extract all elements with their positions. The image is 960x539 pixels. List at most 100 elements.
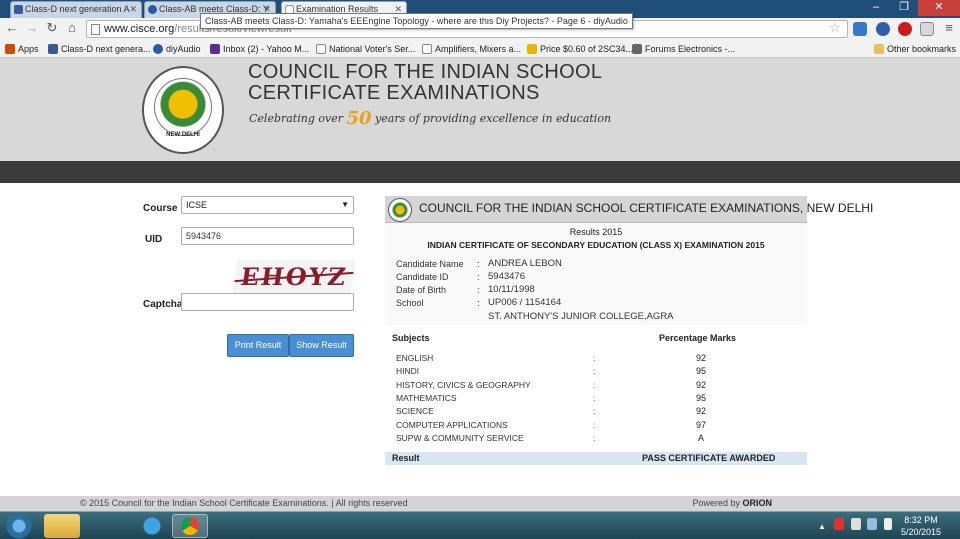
subject-mark: 95 [695,366,706,376]
course-select[interactable]: ICSE ▼ [181,196,354,214]
colon: : [593,393,596,403]
start-button-icon[interactable] [4,513,34,539]
price-tag-icon [527,44,537,54]
bookmark-item[interactable]: National Voter's Ser... [316,42,415,56]
bookmarks-bar: Apps Class-D next genera... diyAudio Inb… [0,40,960,58]
page-info-icon [91,24,100,35]
tray-app-icon[interactable] [834,518,844,530]
subject-name: MATHEMATICS [396,393,457,403]
extension-icon[interactable] [853,22,867,36]
bookmark-label: Class-D next genera... [61,44,151,54]
colon: : [593,433,596,443]
school-label: School [396,298,424,308]
bookmark-label: diyAudio [166,44,201,54]
dropdown-arrow-icon: ▼ [341,200,349,209]
colon: : [477,285,480,295]
home-icon[interactable]: ⌂ [64,20,80,36]
page-icon [422,44,432,54]
clock-date: 5/20/2015 [900,527,942,537]
powered-by: Powered by ORION [692,498,772,508]
clock-time: 8:32 PM [904,515,938,525]
forward-icon[interactable]: → [24,20,40,36]
marks-header: Percentage Marks [659,333,737,343]
chrome-icon [181,517,199,535]
result-summary-bar: Result PASS CERTIFICATE AWARDED [385,452,807,465]
bookmark-label: Apps [18,44,39,54]
window-close-icon[interactable]: ✕ [918,0,960,16]
captcha-input[interactable] [181,293,354,311]
bookmark-item[interactable]: Class-D next genera... [48,42,151,56]
result-header-title: COUNCIL FOR THE INDIAN SCHOOL CERTIFICAT… [419,201,874,215]
internet-explorer-icon[interactable] [134,514,170,538]
reload-icon[interactable]: ↻ [44,20,60,36]
candidate-id-label: Candidate ID [396,272,449,282]
colon: : [593,406,596,416]
minimize-icon[interactable]: – [862,0,890,16]
colon: : [477,298,480,308]
tagline-pre: Celebrating over [249,112,347,125]
cisce-logo: NEW DELHI [142,66,224,154]
dob-label: Date of Birth [396,285,447,295]
course-value: ICSE [186,200,208,210]
chrome-taskbar-button[interactable] [172,514,208,538]
colon: : [593,380,596,390]
bookmark-star-icon[interactable]: ☆ [829,20,841,36]
url-host: www.cisce.org [104,23,175,35]
opera-icon[interactable] [898,22,912,36]
tab-class-d[interactable]: Class-D next generation A ✕ [10,1,142,18]
other-bookmarks[interactable]: Other bookmarks [874,42,956,56]
system-clock[interactable]: 8:32 PM 5/20/2015 [896,514,946,538]
bookmark-label: Inbox (2) - Yahoo M... [223,44,310,54]
subject-mark: 95 [695,393,706,403]
maximize-icon[interactable]: ❐ [890,0,918,16]
diyaudio-icon [148,5,157,14]
file-explorer-icon[interactable] [44,514,80,538]
show-result-button[interactable]: Show Result [289,334,354,357]
bookmark-label: Price $0.60 of 2SC34... [540,44,634,54]
window-controls: – ❐ ✕ [862,0,960,18]
bookmark-item[interactable]: diyAudio [153,42,201,56]
cisce-small-logo-icon [388,198,412,222]
back-icon[interactable]: ← [4,20,20,36]
elephant-emblem-icon [154,78,212,136]
bookmark-item[interactable]: Price $0.60 of 2SC34... [527,42,633,56]
tab-label: Class-D next generation A [25,4,130,14]
bookmark-item[interactable]: Inbox (2) - Yahoo M... [210,42,309,56]
subject-mark: 92 [695,353,706,363]
other-bookmarks-label: Other bookmarks [887,44,957,54]
tagline-number: 50 [346,108,372,129]
flag-icon[interactable] [851,518,861,530]
bookmark-item[interactable]: Amplifiers, Mixers a... [422,42,521,56]
menu-icon[interactable]: ≡ [942,21,956,36]
result-label: Result [392,453,420,463]
colon: : [477,259,480,269]
extension-icon[interactable] [876,22,890,36]
bookmark-label: National Voter's Ser... [329,44,416,54]
subject-name: COMPUTER APPLICATIONS [396,420,508,430]
uid-input[interactable]: 5943476 [181,227,354,245]
bookmark-label: Forums Electronics -... [645,44,736,54]
result-value: PASS CERTIFICATE AWARDED [642,453,776,463]
colon: : [593,353,596,363]
captcha-image: EHOYZ [232,260,356,294]
print-result-button[interactable]: Print Result [227,334,289,357]
tray-expand-icon[interactable]: ▲ [818,522,826,531]
facebook-icon [48,44,58,54]
site-tagline: Celebrating over 50 years of providing e… [249,108,611,129]
folder-icon [874,44,884,54]
volume-icon[interactable] [884,518,892,530]
page-icon [316,44,326,54]
candidate-id: 5943476 [488,271,525,282]
bookmark-item[interactable]: Forums Electronics -... [632,42,735,56]
subject-mark: 92 [695,380,706,390]
bookmark-apps[interactable]: Apps [5,42,39,56]
windows-taskbar: ▲ 8:32 PM 5/20/2015 [0,511,960,539]
subject-mark: 92 [695,406,706,416]
site-title: COUNCIL FOR THE INDIAN SCHOOL CERTIFICAT… [248,61,602,104]
extension-icon[interactable] [920,22,934,36]
forum-icon [632,44,642,54]
network-icon[interactable] [867,518,877,530]
nav-band [0,161,960,183]
close-icon[interactable]: ✕ [129,2,137,17]
site-footer: © 2015 Council for the Indian School Cer… [0,496,960,511]
